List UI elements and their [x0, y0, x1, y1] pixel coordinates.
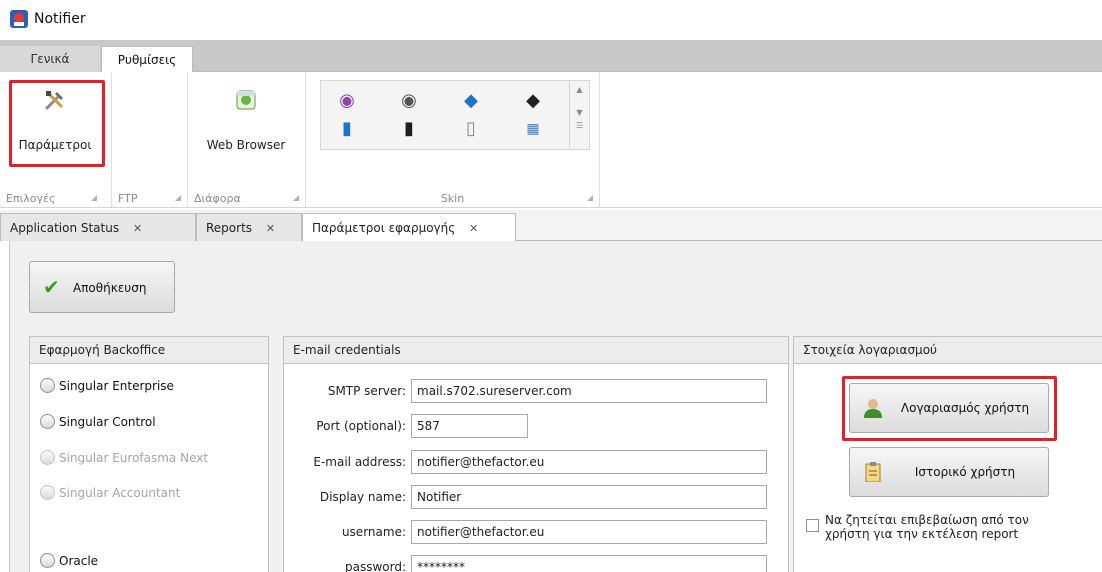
smtp-label: SMTP server:: [327, 384, 406, 398]
radio-singular-control[interactable]: Singular Control: [40, 414, 156, 434]
radio-icon: [40, 485, 55, 500]
app-icon: [10, 10, 28, 28]
radio-oracle[interactable]: Oracle: [40, 553, 98, 572]
skin-black-icon[interactable]: ◆: [523, 91, 543, 111]
close-icon[interactable]: ✕: [266, 222, 275, 235]
skin-blue-icon[interactable]: ◆: [461, 91, 481, 111]
tab-settings[interactable]: Ρυθμίσεις: [101, 46, 193, 73]
radio-label: Singular Accountant: [59, 486, 181, 500]
tab-label: Παράμετροι εφαρμογής: [312, 221, 456, 235]
web-browser-button[interactable]: Web Browser: [194, 80, 298, 170]
username-input[interactable]: notifier@thefactor.eu: [411, 520, 767, 544]
skin-office-blue-icon[interactable]: ▮: [337, 119, 357, 139]
radio-label: Oracle: [59, 554, 99, 568]
email-credentials-panel: E-mail credentials SMTP server: mail.s70…: [283, 336, 789, 572]
backoffice-panel: Εφαρμογή Backoffice Singular Enterprise …: [29, 336, 269, 572]
email-address-input[interactable]: notifier@thefactor.eu: [411, 450, 767, 474]
close-icon[interactable]: ✕: [469, 222, 478, 235]
radio-icon[interactable]: [40, 414, 55, 429]
username-row: username: notifier@thefactor.eu: [284, 520, 790, 544]
confirm-report-label-line2: χρήστη για την εκτέλεση report: [825, 527, 1019, 541]
skin-gallery-scroll[interactable]: ▲ ▼ ☰: [570, 80, 590, 150]
close-icon[interactable]: ✕: [133, 222, 142, 235]
display-name-input[interactable]: Notifier: [411, 485, 767, 509]
tab-app-parameters[interactable]: Παράμετροι εφαρμογής ✕: [302, 213, 516, 242]
tab-label: Reports: [206, 221, 253, 235]
tab-general[interactable]: Γενικά: [0, 46, 100, 73]
scroll-up-icon[interactable]: ▲: [570, 85, 589, 94]
display-name-row: Display name: Notifier: [284, 485, 790, 509]
port-input[interactable]: 587: [411, 414, 528, 438]
radio-label: Singular Eurofasma Next: [59, 451, 209, 465]
confirm-report-label: Να ζητείται επιβεβαίωση από τον χρήστη γ…: [825, 513, 1029, 541]
user-history-button[interactable]: Ιστορικό χρήστη: [849, 447, 1049, 497]
document-tabs: Application Status ✕ Reports ✕ Παράμετρο…: [0, 210, 1102, 242]
tab-application-status[interactable]: Application Status ✕: [0, 213, 196, 241]
skin-office-black-icon[interactable]: ▮: [399, 119, 419, 139]
group-misc: Web Browser Διάφορα: [188, 72, 306, 207]
ftp-launcher-icon[interactable]: [175, 195, 181, 201]
window-title: Notifier: [34, 11, 86, 27]
account-panel: Στοιχεία λογαριασμού Λογαριασμός χρήστη …: [793, 336, 1102, 572]
port-row: Port (optional): 587: [284, 414, 790, 438]
account-panel-title: Στοιχεία λογαριασμού: [794, 337, 1102, 364]
user-history-label: Ιστορικό χρήστη: [914, 465, 1016, 479]
clipboard-icon: [865, 462, 881, 482]
display-name-label: Display name:: [319, 490, 406, 504]
gallery-expand-icon[interactable]: ☰: [570, 121, 589, 130]
radio-icon[interactable]: [40, 378, 55, 393]
email-address-row: E-mail address: notifier@thefactor.eu: [284, 450, 790, 474]
web-browser-label: Web Browser: [206, 138, 286, 152]
confirm-report-label-line1: Να ζητείται επιβεβαίωση από τον: [825, 513, 1029, 527]
scroll-down-icon[interactable]: ▼: [570, 108, 589, 117]
backoffice-panel-title: Εφαρμογή Backoffice: [30, 337, 268, 364]
port-label: Port (optional):: [316, 419, 406, 433]
parameters-page: ✔ Αποθήκευση Εφαρμογή Backoffice Singula…: [9, 241, 1102, 572]
tab-reports[interactable]: Reports ✕: [196, 213, 302, 241]
password-label: password:: [344, 560, 406, 572]
radio-label: Singular Control: [59, 415, 156, 429]
radio-singular-eurofasma-next: Singular Eurofasma Next: [40, 450, 208, 470]
ribbon: Παράμετροι Επιλογές FTP Web Browser Διάφ…: [0, 72, 1102, 208]
password-row: password: ********: [284, 555, 790, 572]
skin-gallery: ◉ ◉ ◆ ◆ ▮ ▮ ▯ ▦: [320, 80, 570, 150]
radio-label: Singular Enterprise: [59, 379, 174, 393]
smtp-server-input[interactable]: mail.s702.sureserver.com: [411, 379, 767, 403]
web-browser-icon: [236, 90, 256, 110]
group-label-misc: Διάφορα: [194, 192, 241, 205]
username-label: username:: [341, 525, 406, 539]
password-input[interactable]: ********: [411, 555, 767, 572]
skin-grid-icon[interactable]: ▦: [523, 119, 543, 139]
highlight-user-account: [842, 376, 1057, 441]
radio-singular-enterprise[interactable]: Singular Enterprise: [40, 378, 174, 398]
skin-purple-icon[interactable]: ◉: [337, 91, 357, 111]
radio-icon: [40, 450, 55, 465]
group-ftp: FTP: [112, 72, 188, 207]
radio-icon[interactable]: [40, 553, 55, 568]
title-bar: Notifier: [0, 0, 1102, 40]
skin-office-gray-icon[interactable]: ▯: [461, 119, 481, 139]
group-label-skin: Skin: [440, 192, 465, 205]
email-panel-title: E-mail credentials: [284, 337, 788, 364]
highlight-parameters: [9, 80, 105, 167]
ribbon-tab-strip: Γενικά Ρυθμίσεις: [0, 40, 1102, 73]
skin-dark-icon[interactable]: ◉: [399, 91, 419, 111]
skin-launcher-icon[interactable]: [587, 195, 593, 201]
radio-singular-accountant: Singular Accountant: [40, 485, 180, 505]
save-button-label: Αποθήκευση: [73, 281, 147, 295]
confirm-report-checkbox[interactable]: [806, 519, 819, 532]
misc-launcher-icon[interactable]: [293, 195, 299, 201]
save-button[interactable]: ✔ Αποθήκευση: [29, 261, 175, 313]
options-launcher-icon[interactable]: [91, 195, 97, 201]
smtp-row: SMTP server: mail.s702.sureserver.com: [284, 379, 790, 403]
email-address-label: E-mail address:: [313, 455, 406, 469]
tab-label: Application Status: [10, 221, 120, 235]
checkmark-icon: ✔: [43, 275, 60, 299]
